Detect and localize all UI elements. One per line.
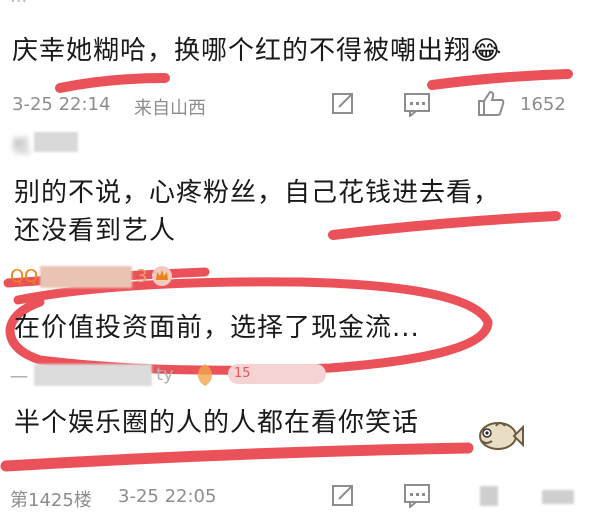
fish-emoji-icon [479,422,524,450]
crown-icon [152,266,172,286]
share-icon[interactable] [330,482,356,508]
reply-author: 一 [10,368,28,389]
like-count: 1652 [520,94,566,115]
reply-text: 别的不说，心疼粉丝，自己花钱进去看， [14,178,501,208]
reply-author: QQ [10,266,39,287]
reply-text: 还没看到艺人 [14,216,177,246]
pixelated-username [40,266,132,288]
reply-text: 在价值投资面前，选择了现金流... [14,313,420,343]
thumbs-up-icon[interactable] [476,88,506,118]
level-badge-icon [198,364,212,386]
reply-author-suffix: ty [156,364,174,385]
comment-icon[interactable] [402,482,432,508]
pixelated-like-icon [480,486,498,506]
pixelated-like-count [542,490,574,504]
level-badge: 15 [228,364,326,384]
pixelated-username [34,132,78,152]
comment-timestamp: 3-25 22:14 [12,94,111,115]
level-number: 15 [234,366,251,381]
comment-text: 庆幸她糊哈，换哪个红的不得被嘲出翔😂 [12,36,503,66]
footer-timestamp: 3-25 22:05 [118,486,217,507]
reply-text: 半个娱乐圈的人的人都在看你笑话 [14,408,420,438]
comment-location: 来自山西 [134,98,206,119]
floor-number: 第1425楼 [10,490,92,511]
comment-icon[interactable] [402,91,432,117]
reply-author: 柢 [12,136,30,157]
reply-author-suffix: 3 [136,266,148,287]
share-icon[interactable] [330,90,356,116]
pixelated-username [34,364,152,386]
top-partial-text: ... [10,0,27,7]
